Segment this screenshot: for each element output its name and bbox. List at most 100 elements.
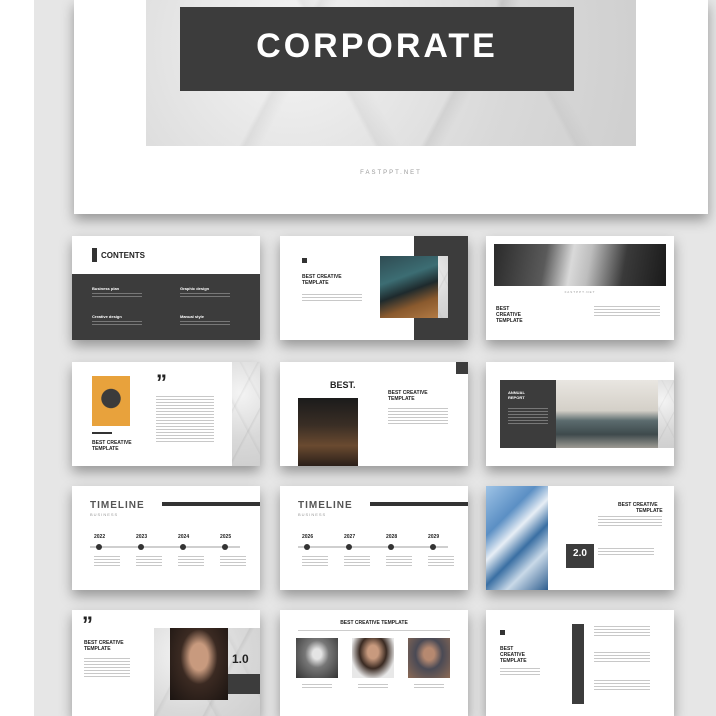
last-item-text-1 bbox=[594, 626, 650, 638]
timeline-1-line bbox=[90, 546, 240, 548]
timeline-1-dot-2 bbox=[138, 544, 144, 550]
timeline-1-dot-4 bbox=[222, 544, 228, 550]
last-item-text-3 bbox=[594, 680, 650, 692]
cover-footer: FASTPPT.NET bbox=[360, 170, 422, 176]
cover-title-box: CORPORATE bbox=[180, 7, 574, 91]
contents-item-4: Manual style bbox=[180, 314, 205, 319]
team-photo-1 bbox=[296, 638, 338, 678]
timeline-1-year-3: 2024 bbox=[178, 534, 190, 540]
slide-quote[interactable]: BEST CREATIVE TEMPLATE ” bbox=[72, 362, 260, 466]
laptop-photo bbox=[380, 256, 438, 318]
keyboard-photo bbox=[494, 244, 666, 286]
building-photo bbox=[486, 486, 548, 590]
cover-title: CORPORATE bbox=[256, 27, 498, 65]
team-heading: BEST CREATIVE TEMPLATE bbox=[340, 620, 408, 626]
last-body-text bbox=[500, 668, 540, 676]
slide-best[interactable]: BEST. BEST CREATIVE TEMPLATE bbox=[280, 362, 468, 466]
timeline-2-dot-2 bbox=[346, 544, 352, 550]
timeline-1-text-4 bbox=[220, 556, 246, 566]
building-number: 2.0 bbox=[573, 548, 587, 559]
timeline-1-text-3 bbox=[178, 556, 204, 566]
building-body-text bbox=[598, 516, 662, 526]
team-caption-3 bbox=[414, 684, 444, 690]
slide-keyboard[interactable]: FASTPPT.NET BEST CREATIVE TEMPLATE bbox=[486, 236, 674, 340]
quote-accent-line bbox=[92, 432, 112, 434]
cover-slide[interactable]: CORPORATE FASTPPT.NET bbox=[74, 0, 708, 214]
team-caption-1 bbox=[302, 684, 332, 690]
timeline-2-subtitle: BUSINESS bbox=[298, 512, 327, 517]
portrait-number: 1.0 bbox=[232, 652, 249, 666]
best-title: BEST. bbox=[330, 380, 356, 390]
slide-team[interactable]: BEST CREATIVE TEMPLATE bbox=[280, 610, 468, 716]
timeline-1-text-1 bbox=[94, 556, 120, 566]
contents-item-2: Graphic design bbox=[180, 286, 210, 291]
portrait-label-box bbox=[228, 674, 260, 694]
annual-marble-panel bbox=[658, 380, 674, 448]
timeline-1-subtitle: BUSINESS bbox=[90, 512, 119, 517]
timeline-1-title: TIMELINE bbox=[90, 500, 145, 511]
timeline-2-text-4 bbox=[428, 556, 454, 566]
last-item-text-2 bbox=[594, 652, 650, 664]
timeline-2-dot-3 bbox=[388, 544, 394, 550]
contents-heading: CONTENTS bbox=[101, 251, 145, 260]
quote-title-2: TEMPLATE bbox=[92, 446, 119, 452]
annual-title-2: REPORT bbox=[508, 395, 525, 400]
best-body-text bbox=[388, 408, 448, 424]
timeline-2-top-bar bbox=[370, 502, 468, 506]
slide-building[interactable]: BEST CREATIVE TEMPLATE 2.0 bbox=[486, 486, 674, 590]
timeline-2-title: TIMELINE bbox=[298, 500, 353, 511]
timeline-2-text-3 bbox=[386, 556, 412, 566]
timeline-1-top-bar bbox=[162, 502, 260, 506]
slide-contents[interactable]: CONTENTS Business plan Graphic design Cr… bbox=[72, 236, 260, 340]
building-number-box: 2.0 bbox=[566, 544, 594, 568]
portrait-quote-mark: ” bbox=[82, 612, 93, 637]
timeline-1-dot-1 bbox=[96, 544, 102, 550]
timeline-2-text-2 bbox=[344, 556, 370, 566]
keyboard-footer: FASTPPT.NET bbox=[564, 290, 596, 294]
contents-item-4-text bbox=[180, 321, 230, 327]
slide-last[interactable]: BEST CREATIVE TEMPLATE bbox=[486, 610, 674, 716]
timeline-2-text-1 bbox=[302, 556, 328, 566]
slide-portrait[interactable]: ” BEST CREATIVE TEMPLATE 1.0 bbox=[72, 610, 260, 716]
quote-orange-photo bbox=[92, 376, 130, 426]
slide-timeline-2[interactable]: TIMELINE BUSINESS 2026 2027 2028 2029 bbox=[280, 486, 468, 590]
timeline-2-year-2: 2027 bbox=[344, 534, 356, 540]
laptop-title-2: TEMPLATE bbox=[302, 280, 329, 286]
contents-item-1-text bbox=[92, 293, 142, 299]
presentation-preview-board: CORPORATE FASTPPT.NET CONTENTS Business … bbox=[34, 0, 716, 716]
timeline-1-year-1: 2022 bbox=[94, 534, 106, 540]
portrait-title-2: TEMPLATE bbox=[84, 646, 111, 652]
quote-marble-panel bbox=[232, 362, 260, 466]
best-subtitle-2: TEMPLATE bbox=[388, 396, 415, 402]
quote-mark: ” bbox=[156, 370, 167, 395]
timeline-2-dot-4 bbox=[430, 544, 436, 550]
slide-timeline-1[interactable]: TIMELINE BUSINESS 2022 2023 2024 2025 bbox=[72, 486, 260, 590]
timeline-2-dot-1 bbox=[304, 544, 310, 550]
contents-dark-panel: Business plan Graphic design Creative de… bbox=[72, 274, 260, 340]
slide-laptop[interactable]: BEST CREATIVE TEMPLATE bbox=[280, 236, 468, 340]
last-dark-pillar bbox=[572, 624, 584, 704]
portrait-photo bbox=[170, 628, 228, 700]
contents-accent-bar bbox=[92, 248, 97, 262]
keyboard-body-text bbox=[594, 306, 660, 316]
team-heading-line bbox=[298, 630, 450, 631]
building-number-text bbox=[598, 548, 654, 556]
contents-item-2-text bbox=[180, 293, 230, 299]
quote-body-text bbox=[156, 396, 214, 442]
timeline-2-year-3: 2028 bbox=[386, 534, 398, 540]
team-photo-2 bbox=[352, 638, 394, 678]
timeline-1-year-2: 2023 bbox=[136, 534, 148, 540]
contents-item-1: Business plan bbox=[92, 286, 120, 291]
timeline-2-year-1: 2026 bbox=[302, 534, 314, 540]
timeline-1-year-4: 2025 bbox=[220, 534, 232, 540]
timeline-2-year-4: 2029 bbox=[428, 534, 440, 540]
last-title-3: TEMPLATE bbox=[500, 658, 527, 664]
laptop-body-text bbox=[302, 294, 362, 302]
best-corner-box bbox=[456, 362, 468, 374]
slide-annual-report[interactable]: ANNUAL REPORT bbox=[486, 362, 674, 466]
contents-item-3: Creative design bbox=[92, 314, 122, 319]
portrait-body-text bbox=[84, 658, 130, 678]
team-photo-3 bbox=[408, 638, 450, 678]
keyboard-title-3: TEMPLATE bbox=[496, 318, 523, 324]
best-restaurant-photo bbox=[298, 398, 358, 466]
